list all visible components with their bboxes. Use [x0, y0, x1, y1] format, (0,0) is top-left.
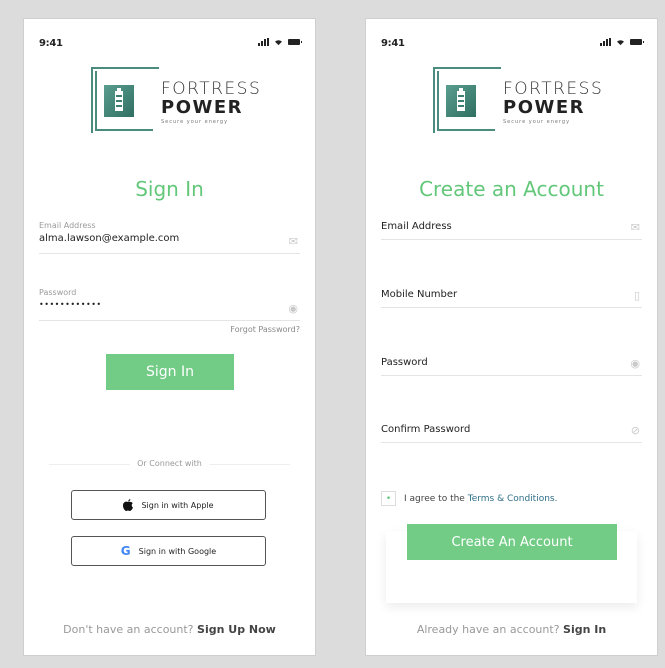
terms-row: • I agree to the Terms & Conditions.	[381, 491, 557, 506]
mobile-label: Mobile Number	[381, 289, 458, 300]
google-icon: G	[120, 544, 131, 558]
signup-prompt: Don't have an account? Sign Up Now	[24, 623, 315, 636]
email-field[interactable]: Email Address ✉	[381, 221, 642, 240]
password-input[interactable]: ••••••••••••	[39, 300, 300, 309]
status-bar: 9:41	[381, 36, 644, 52]
wifi-icon	[617, 39, 624, 45]
sign-in-google-button[interactable]: G Sign in with Google	[71, 536, 266, 566]
signup-prompt-text: Don't have an account?	[63, 623, 194, 636]
page-title: Create an Account	[419, 177, 604, 201]
fortress-power-logo: FORTRESS POWER Secure your energy	[433, 67, 602, 135]
phone-icon: ▯	[633, 289, 640, 302]
signin-screen: 9:41 FORTRESS POWER Secure your energy S…	[23, 18, 316, 656]
page-title: Sign In	[135, 177, 204, 201]
signal-icon	[600, 38, 611, 46]
or-connect-divider: Or Connect with	[49, 459, 290, 468]
or-connect-label: Or Connect with	[129, 459, 210, 468]
status-time: 9:41	[381, 38, 405, 49]
eye-icon[interactable]: ◉	[288, 302, 298, 315]
signal-icon	[258, 38, 269, 46]
google-button-label: Sign in with Google	[138, 546, 217, 556]
apple-icon	[123, 499, 134, 511]
battery-icon	[288, 39, 302, 45]
status-icons	[258, 38, 302, 46]
create-account-screen: 9:41 FORTRESS POWER Secure your energy C…	[365, 18, 658, 656]
sign-in-button[interactable]: Sign In	[106, 354, 234, 390]
status-time: 9:41	[39, 38, 63, 49]
password-field[interactable]: Password •••••••••••• ◉	[39, 288, 300, 321]
fortress-power-logo: FORTRESS POWER Secure your energy	[91, 67, 260, 135]
status-icons	[600, 38, 644, 46]
create-account-button[interactable]: Create An Account	[407, 524, 617, 560]
password-field[interactable]: Password ◉	[381, 357, 642, 376]
eye-icon[interactable]: ◉	[630, 357, 640, 370]
password-label: Password	[39, 288, 77, 297]
email-field[interactable]: Email Address alma.lawson@example.com ✉	[39, 221, 300, 254]
terms-checkbox[interactable]: •	[381, 491, 396, 506]
apple-button-label: Sign in with Apple	[141, 500, 214, 510]
email-label: Email Address	[381, 221, 452, 232]
mail-icon: ✉	[288, 235, 298, 248]
signin-prompt-text: Already have an account?	[416, 623, 560, 636]
email-input[interactable]: alma.lawson@example.com	[39, 233, 300, 244]
password-label: Password	[381, 357, 428, 368]
terms-text: I agree to the Terms & Conditions.	[404, 493, 558, 504]
confirm-password-field[interactable]: Confirm Password ⊘	[381, 424, 642, 443]
status-bar: 9:41	[39, 36, 302, 52]
sign-in-link[interactable]: Sign In	[563, 623, 606, 636]
eye-off-icon[interactable]: ⊘	[631, 424, 640, 437]
sign-up-now-link[interactable]: Sign Up Now	[197, 623, 276, 636]
terms-link[interactable]: Terms & Conditions.	[468, 494, 558, 504]
mobile-field[interactable]: Mobile Number ▯	[381, 289, 642, 308]
battery-icon	[630, 39, 644, 45]
signin-prompt: Already have an account? Sign In	[366, 623, 657, 636]
mail-icon: ✉	[630, 221, 640, 234]
sign-in-apple-button[interactable]: Sign in with Apple	[71, 490, 266, 520]
email-label: Email Address	[39, 221, 96, 230]
forgot-password-link[interactable]: Forgot Password?	[230, 325, 300, 334]
confirm-password-label: Confirm Password	[381, 424, 471, 435]
wifi-icon	[275, 39, 282, 45]
